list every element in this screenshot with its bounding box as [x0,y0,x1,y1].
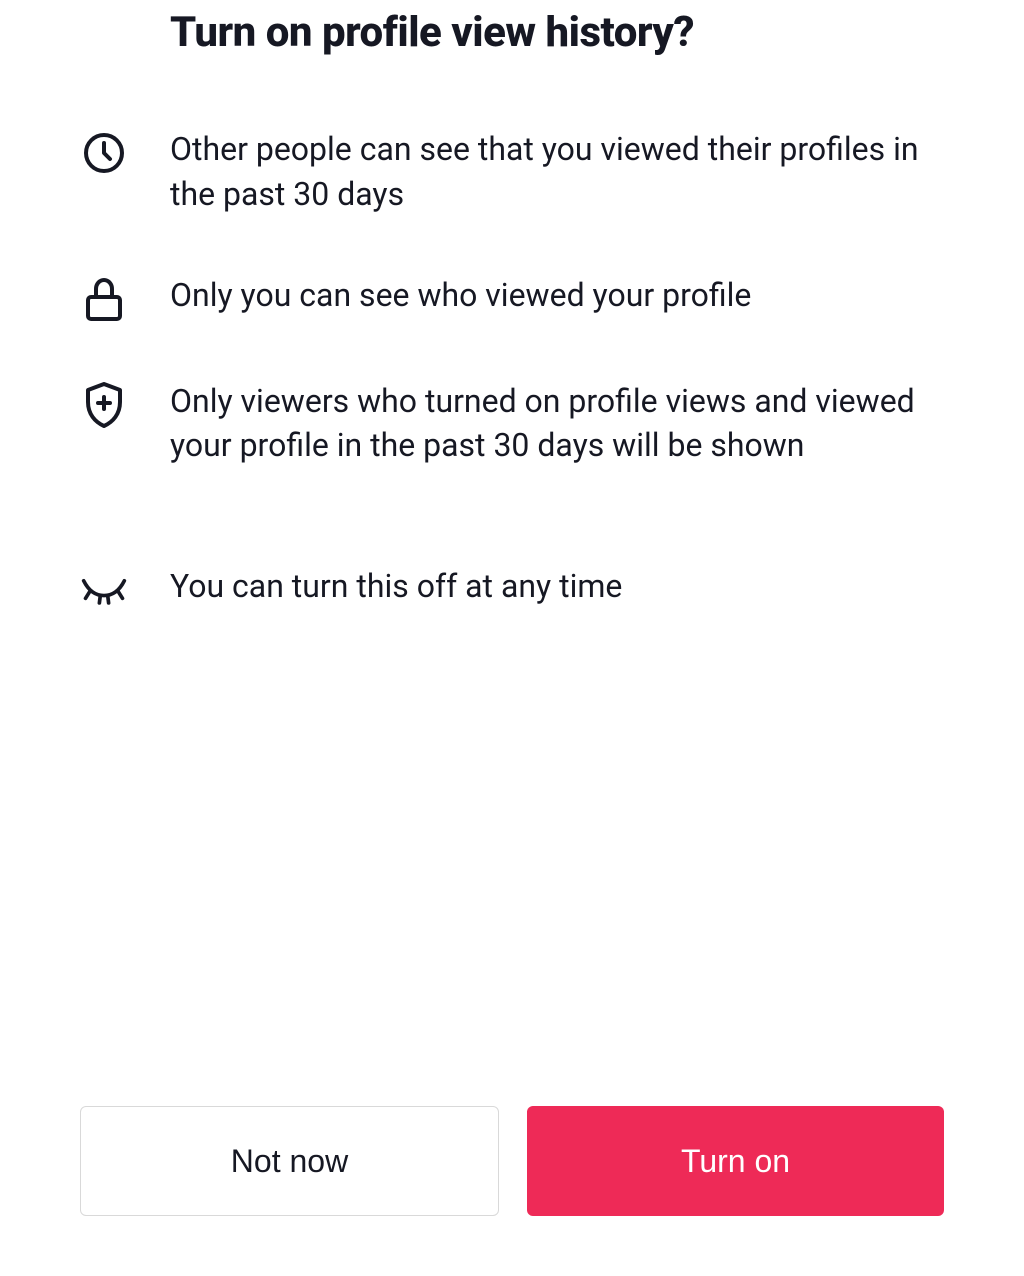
info-item: Only you can see who viewed your profile [80,273,944,323]
info-item-text: Other people can see that you viewed the… [170,127,944,217]
dialog-container: Turn on profile view history? Other peop… [0,0,1024,1276]
info-item: Only viewers who turned on profile views… [80,379,944,469]
info-item: You can turn this off at any time [80,564,944,614]
info-item-text: Only you can see who viewed your profile [170,273,751,318]
eye-closed-icon [80,566,128,614]
button-row: Not now Turn on [80,1106,944,1216]
shield-plus-icon [80,381,128,429]
info-item: Other people can see that you viewed the… [80,127,944,217]
turn-on-button[interactable]: Turn on [527,1106,944,1216]
dialog-title: Turn on profile view history? [80,8,944,57]
info-item-text: Only viewers who turned on profile views… [170,379,944,469]
not-now-button[interactable]: Not now [80,1106,499,1216]
lock-icon [80,275,128,323]
clock-icon [80,129,128,177]
info-item-text: You can turn this off at any time [170,564,622,609]
